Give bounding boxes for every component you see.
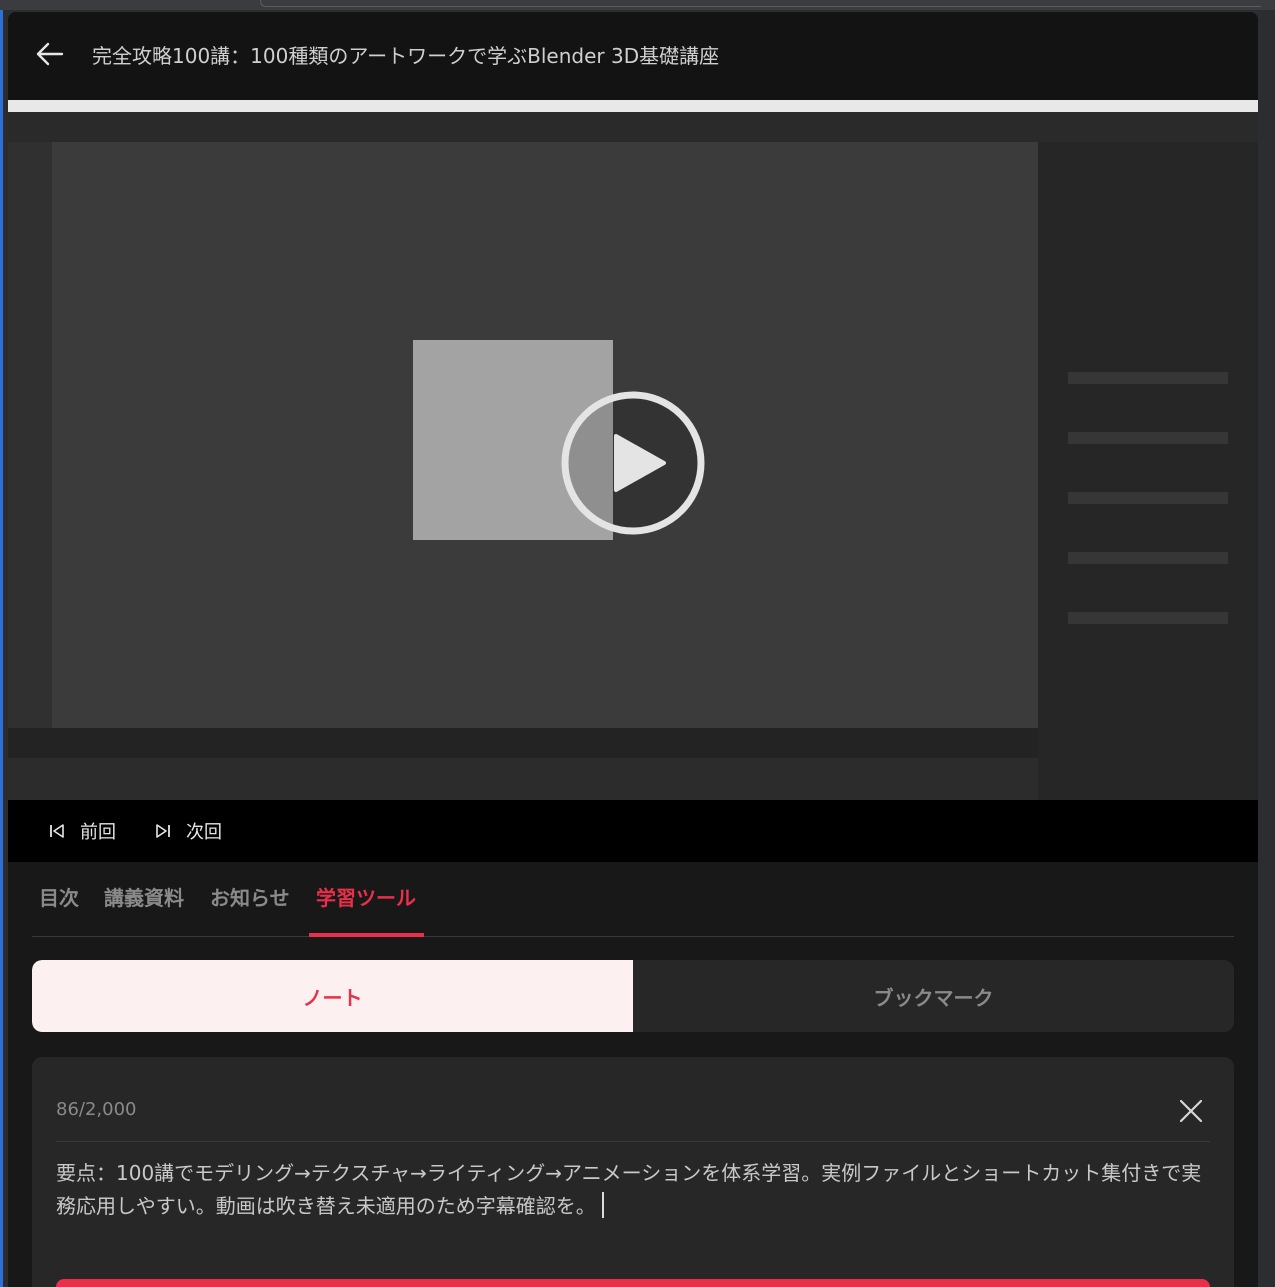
save-note-button[interactable] bbox=[56, 1279, 1210, 1287]
bookmarks-segment-button[interactable]: ブックマーク bbox=[633, 960, 1234, 1032]
video-blender-toolbar bbox=[8, 142, 52, 742]
video-blender-statusbar bbox=[8, 728, 1038, 758]
window-left-edge bbox=[0, 10, 3, 1287]
close-note-button[interactable] bbox=[1177, 1097, 1205, 1125]
previous-lecture-label: 前回 bbox=[80, 822, 116, 843]
video-panel-row bbox=[1068, 432, 1228, 444]
next-lecture-label: 次回 bbox=[186, 822, 222, 843]
header-bar: 完全攻略100講：100種類のアートワークで学ぶBlender 3D基礎講座 bbox=[8, 12, 1258, 100]
video-panel-row bbox=[1068, 492, 1228, 504]
tab-contents[interactable]: 目次 bbox=[39, 882, 79, 911]
video-blender-timeline bbox=[8, 758, 1038, 800]
video-blender-topbar bbox=[8, 112, 1258, 142]
notes-segment-button[interactable]: ノート bbox=[32, 960, 633, 1032]
lecture-nav-bar: 前回 次回 bbox=[8, 800, 1258, 862]
play-circle-icon bbox=[561, 391, 705, 535]
course-tabs: 目次 講義資料 お知らせ 学習ツール bbox=[32, 862, 1234, 937]
arrow-left-icon bbox=[36, 42, 64, 66]
next-lecture-button[interactable]: 次回 bbox=[154, 818, 222, 844]
video-top-highlight bbox=[8, 100, 1258, 112]
tab-materials[interactable]: 講義資料 bbox=[104, 882, 184, 911]
active-tab-indicator bbox=[309, 933, 424, 937]
play-button[interactable] bbox=[560, 390, 706, 536]
previous-lecture-button[interactable]: 前回 bbox=[48, 818, 116, 844]
character-counter: 86/2,000 bbox=[56, 1099, 137, 1120]
window-right-strip bbox=[1258, 10, 1275, 1287]
tab-learning-tools[interactable]: 学習ツール bbox=[316, 882, 416, 911]
browser-tab-edge bbox=[260, 0, 1261, 7]
tab-announcements[interactable]: お知らせ bbox=[210, 882, 290, 911]
note-divider bbox=[56, 1141, 1210, 1142]
close-icon bbox=[1179, 1099, 1203, 1123]
note-editor: 86/2,000 要点：100講でモデリング→テクスチャ→ライティング→アニメー… bbox=[32, 1057, 1234, 1287]
back-button[interactable] bbox=[34, 38, 66, 70]
video-blender-properties-panel bbox=[1038, 142, 1258, 800]
note-text-content: 要点：100講でモデリング→テクスチャ→ライティング→アニメーションを体系学習。… bbox=[56, 1161, 1202, 1218]
course-title: 完全攻略100講：100種類のアートワークで学ぶBlender 3D基礎講座 bbox=[92, 44, 720, 68]
video-panel-row bbox=[1068, 552, 1228, 564]
note-textarea[interactable]: 要点：100講でモデリング→テクスチャ→ライティング→アニメーションを体系学習。… bbox=[56, 1157, 1216, 1223]
video-panel-row bbox=[1068, 372, 1228, 384]
video-player[interactable] bbox=[8, 100, 1258, 800]
skip-previous-icon bbox=[50, 824, 64, 838]
tool-segment-control: ノート ブックマーク bbox=[32, 960, 1234, 1032]
video-panel-row bbox=[1068, 612, 1228, 624]
text-caret bbox=[601, 1192, 604, 1218]
browser-top-strip bbox=[0, 0, 1275, 10]
skip-next-icon bbox=[156, 824, 170, 838]
course-player-window: 完全攻略100講：100種類のアートワークで学ぶBlender 3D基礎講座 前… bbox=[8, 12, 1258, 1287]
